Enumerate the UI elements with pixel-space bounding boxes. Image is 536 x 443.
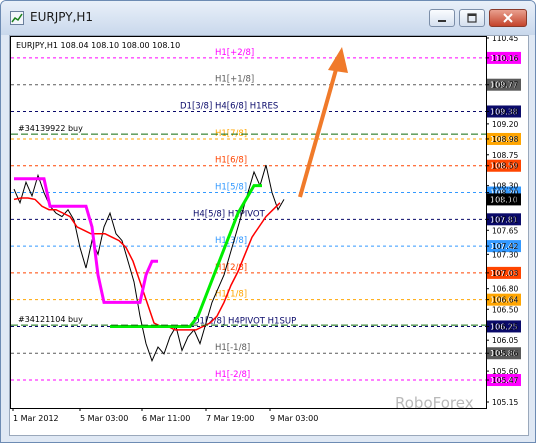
price-tick-label: 106.05 xyxy=(492,336,518,345)
level-label: H1[3/8] xyxy=(215,236,247,246)
terminal-window: EURJPY,H1 EURJPY,H1 108.04 108.10 108.00… xyxy=(0,0,536,443)
price-tick-label: 108.75 xyxy=(492,151,518,160)
time-label: 1 Mar 2012 xyxy=(13,414,59,423)
close-icon xyxy=(503,13,513,23)
price-tick-label: 105.86 xyxy=(492,349,518,358)
level-label: H1[6/8] xyxy=(215,156,247,166)
price-tick-label: 108.98 xyxy=(492,135,518,144)
price-tick-label: 109.38 xyxy=(492,107,518,116)
price-tick-label: 107.30 xyxy=(492,250,518,259)
level-label: H1[5/8] xyxy=(215,183,247,193)
time-label: 7 Mar 19:00 xyxy=(206,414,254,423)
price-tick-label: 107.81 xyxy=(492,215,518,224)
price-chart[interactable]: EURJPY,H1 108.04 108.10 108.00 108.10 Ro… xyxy=(10,34,528,435)
price-tick-label: 108.59 xyxy=(492,162,518,171)
watermark: RoboForex xyxy=(395,394,474,412)
level-label: H1[+1/8] xyxy=(215,75,254,85)
price-tick-label: 109.20 xyxy=(492,120,518,129)
minimize-icon xyxy=(438,20,446,22)
time-label: 6 Mar 11:00 xyxy=(142,414,190,423)
time-label: 9 Mar 03:00 xyxy=(270,414,318,423)
price-tick-label: 107.03 xyxy=(492,269,518,278)
chart-area[interactable]: EURJPY,H1 108.04 108.10 108.00 108.10 Ro… xyxy=(9,34,529,436)
restore-icon xyxy=(467,13,477,23)
price-tick-label: 110.16 xyxy=(492,54,518,63)
price-tick-label: 106.25 xyxy=(492,322,518,331)
price-tick-label: 105.15 xyxy=(492,398,518,407)
window-title: EURJPY,H1 xyxy=(30,10,94,24)
price-tick-label: 108.10 xyxy=(492,195,518,204)
price-tick-label: 109.77 xyxy=(492,81,518,90)
time-label: 5 Mar 03:00 xyxy=(80,414,128,423)
price-tick-label: 105.47 xyxy=(492,376,518,385)
price-tick-label: 110.45 xyxy=(492,36,518,43)
title-bar[interactable]: EURJPY,H1 xyxy=(1,1,535,35)
chart-header: EURJPY,H1 108.04 108.10 108.00 108.10 xyxy=(16,41,180,50)
level-label: H1[-1/8] xyxy=(215,343,250,353)
price-tick-label: 106.64 xyxy=(492,296,518,305)
price-tick-label: 105.60 xyxy=(492,367,518,376)
price-tick-label: 106.50 xyxy=(492,305,518,314)
level-label: H4[5/8] H1PIVOT xyxy=(193,209,266,219)
level-label: D1[3/8] H4[6/8] H1RES xyxy=(180,101,278,111)
order-label: #34121104 buy xyxy=(18,315,83,324)
level-label: H1[2/8] xyxy=(215,263,247,273)
level-label: H1[1/8] xyxy=(215,290,247,300)
level-label: H1[+2/8] xyxy=(215,48,254,58)
chart-app-icon xyxy=(10,11,24,25)
price-tick-label: 107.65 xyxy=(492,226,518,235)
close-button[interactable] xyxy=(489,9,527,27)
restore-button[interactable] xyxy=(459,9,485,27)
price-tick-label: 106.80 xyxy=(492,285,518,294)
minimize-button[interactable] xyxy=(429,9,455,27)
level-label: H1[-2/8] xyxy=(215,370,250,380)
order-label: #34139922 buy xyxy=(18,124,83,133)
